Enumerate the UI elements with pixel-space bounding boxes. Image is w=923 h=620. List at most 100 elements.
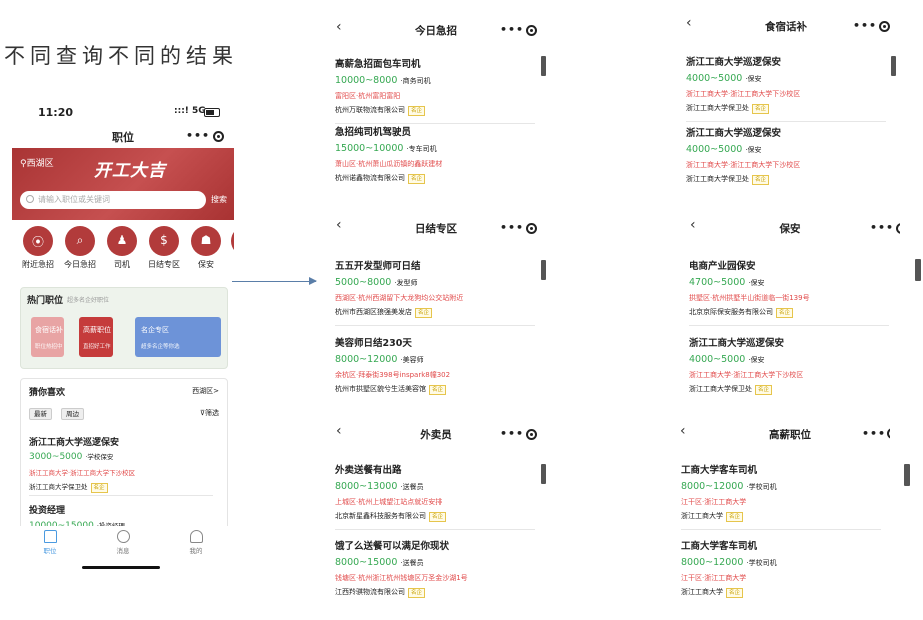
more-icon[interactable]: ••• [870, 221, 894, 234]
more-icon[interactable]: ••• [862, 427, 886, 440]
tile-high-pay[interactable]: 高薪职位 直招好工作 [79, 317, 113, 357]
job-salary: 3000~5000 ·学校保安 [29, 452, 114, 462]
category-nearby[interactable]: ⦿ 附近急招 [16, 226, 60, 270]
close-miniapp-icon[interactable] [526, 25, 537, 36]
hot-subtitle: 超多名企好职位 [67, 297, 110, 304]
job-card[interactable]: 外卖送餐有出路 8000~13000 ·送餐员 上城区·杭州上城望江站点就近安排 … [335, 462, 535, 530]
panel-delivery: ‹ 外卖员 ••• 外卖送餐有出路 8000~13000 ·送餐员 上城区·杭州上城… [326, 420, 546, 610]
chip-latest[interactable]: 最新 [29, 408, 52, 420]
job-location: 浙江工商大学·浙江工商大学下沙校区 [29, 469, 136, 477]
famous-company-badge: 名企 [752, 104, 770, 114]
tile-benefits[interactable]: 食宿话补 职位热招中 [31, 317, 64, 357]
guess-area-link[interactable]: 西湖区> [192, 386, 219, 396]
arrow-connector [232, 277, 317, 285]
guess-you-like-card: 猜你喜欢 西湖区> 最新 周边 ⊽筛选 浙江工商大学巡逻保安 3000~5000… [20, 378, 228, 550]
close-miniapp-icon[interactable] [879, 21, 890, 32]
scrollbar[interactable] [915, 259, 921, 281]
job-card[interactable]: 饿了么送餐可以满足你现状 8000~15000 ·送餐员 钱塘区·杭州浙江杭州钱塘… [335, 538, 535, 598]
category-more-partial[interactable] [224, 226, 234, 256]
banner-slogan: 开工大吉 [94, 161, 166, 181]
job-company: 浙江工商大学保卫处 名企 [29, 481, 108, 493]
home-indicator [82, 566, 160, 569]
signal-indicator: :::! 5G [174, 106, 206, 116]
more-icon[interactable]: ••• [500, 23, 524, 36]
nearby-icon: ⦿ [31, 235, 44, 249]
famous-company-badge: 名企 [776, 308, 794, 318]
scrollbar[interactable] [541, 464, 546, 484]
scrollbar[interactable] [891, 56, 896, 76]
driver-icon: ♟ [116, 233, 128, 247]
close-miniapp-icon[interactable] [526, 429, 537, 440]
close-miniapp-icon[interactable] [213, 131, 224, 142]
divider [29, 495, 213, 496]
phone-home-screen: 11:20 :::! 5G 职位 ••• ⚲西湖区 开工大吉 请输入职位或关键词… [12, 96, 234, 576]
bottom-tab-bar: 职位 消息 我的 [12, 526, 234, 556]
panel-title: 高薪职位 [769, 429, 811, 441]
job-title[interactable]: 投资经理 [29, 503, 65, 516]
more-icon[interactable]: ••• [853, 19, 877, 32]
tab-jobs[interactable]: 职位 [30, 530, 70, 555]
location-icon: ⚲ [20, 159, 27, 169]
close-miniapp-icon[interactable] [526, 223, 537, 234]
category-daily-pay[interactable]: $ 日结专区 [142, 226, 186, 270]
chip-nearby[interactable]: 周边 [61, 408, 84, 420]
close-miniapp-icon[interactable] [896, 223, 900, 234]
famous-company-badge: 名企 [726, 512, 744, 522]
panel-high-salary: ‹ 高薪职位 ••• 工商大学客车司机 8000~12000 ·学校司机 江干区·浙… [670, 420, 890, 610]
category-today[interactable]: ⌕ 今日急招 [58, 226, 102, 270]
magnifier-icon: ⌕ [76, 233, 84, 247]
scrollbar[interactable] [541, 56, 546, 76]
filter-button[interactable]: ⊽筛选 [200, 408, 219, 418]
job-title[interactable]: 浙江工商大学巡逻保安 [29, 435, 119, 448]
famous-company-badge: 名企 [408, 174, 426, 184]
battery-icon [204, 108, 220, 117]
panel-title: 保安 [779, 223, 801, 235]
famous-company-badge: 名企 [429, 512, 447, 522]
job-card[interactable]: 美容师日结230天 8000~12000 ·美容师 余杭区·拜泰街398号insp… [335, 335, 535, 395]
guess-title: 猜你喜欢 [29, 388, 66, 398]
job-card[interactable]: 急招纯司机驾驶员 15000~10000 ·专车司机 萧山区·杭州萧山瓜沥镇的鑫跃… [335, 124, 535, 184]
job-card[interactable]: 五五开发型师可日结 5000~8000 ·发型师 西湖区·杭州西湖留下大龙狗均公交… [335, 258, 535, 326]
home-icon [43, 530, 57, 543]
panel-food-lodging: ‹ 食宿话补 ••• 浙江工商大学巡逻保安 4000~5000 ·保安 浙江工商大学… [676, 12, 896, 188]
job-card[interactable]: 工商大学客车司机 8000~12000 ·学校司机 江干区·浙江工商大学 浙江工商… [681, 462, 881, 530]
search-icon [26, 195, 34, 203]
category-row: ⦿ 附近急招 ⌕ 今日急招 ♟ 司机 $ 日结专区 ☗ 保安 [12, 226, 234, 276]
famous-company-badge: 名企 [755, 385, 773, 395]
hot-jobs-card: 热门职位 超多名企好职位 食宿话补 职位热招中 高薪职位 直招好工作 名企专区 … [20, 287, 228, 369]
famous-company-badge: 名企 [408, 106, 426, 116]
job-card[interactable]: 电商产业园保安 4700~5000 ·保安 拱墅区·杭州拱墅半山街道临一街139号… [689, 258, 889, 326]
hot-title: 热门职位 [27, 296, 64, 306]
guard-icon: ☗ [200, 233, 212, 247]
famous-company-badge: 名企 [90, 483, 108, 493]
money-bag-icon: $ [160, 233, 168, 247]
job-card[interactable]: 浙江工商大学巡逻保安 4000~5000 ·保安 浙江工商大学·浙江工商大学下沙校… [686, 125, 886, 185]
status-time: 11:20 [38, 106, 74, 119]
famous-company-badge: 名企 [429, 385, 447, 395]
search-button[interactable]: 搜索 [211, 194, 227, 205]
more-icon[interactable]: ••• [186, 129, 210, 142]
panel-security: ‹ 保安 ••• 电商产业园保安 4700~5000 ·保安 拱墅区·杭州拱墅半山街… [680, 214, 900, 406]
category-security[interactable]: ☗ 保安 [184, 226, 228, 270]
category-driver[interactable]: ♟ 司机 [100, 226, 144, 270]
job-card[interactable]: 工商大学客车司机 8000~12000 ·学校司机 江干区·浙江工商大学 浙江工商… [681, 538, 881, 598]
tile-famous-companies[interactable]: 名企专区 超多名企等你选 [135, 317, 221, 357]
job-card[interactable]: 浙江工商大学巡逻保安 4000~5000 ·保安 浙江工商大学·浙江工商大学下沙校… [686, 54, 886, 122]
job-card[interactable]: 高薪急招面包车司机 10000~8000 ·商务司机 富阳区·杭州富阳富阳 杭州万… [335, 56, 535, 124]
tab-messages[interactable]: 消息 [103, 530, 143, 555]
more-icon[interactable]: ••• [500, 427, 524, 440]
search-input[interactable]: 请输入职位或关键词 [20, 191, 206, 209]
message-icon [116, 530, 130, 543]
famous-company-badge: 名企 [752, 175, 770, 185]
status-bar: 11:20 :::! 5G [12, 96, 234, 126]
tab-me[interactable]: 我的 [176, 530, 216, 555]
user-icon [189, 530, 203, 543]
famous-company-badge: 名企 [726, 588, 744, 598]
scrollbar[interactable] [541, 260, 546, 280]
panel-today-urgent: ‹ 今日急招 ••• 高薪急招面包车司机 10000~8000 ·商务司机 富阳区·… [326, 16, 546, 186]
scrollbar[interactable] [904, 464, 910, 486]
job-card[interactable]: 浙江工商大学巡逻保安 4000~5000 ·保安 浙江工商大学·浙江工商大学下沙校… [689, 335, 889, 395]
district-selector[interactable]: ⚲西湖区 [20, 156, 54, 169]
famous-company-badge: 名企 [408, 588, 426, 598]
more-icon[interactable]: ••• [500, 221, 524, 234]
